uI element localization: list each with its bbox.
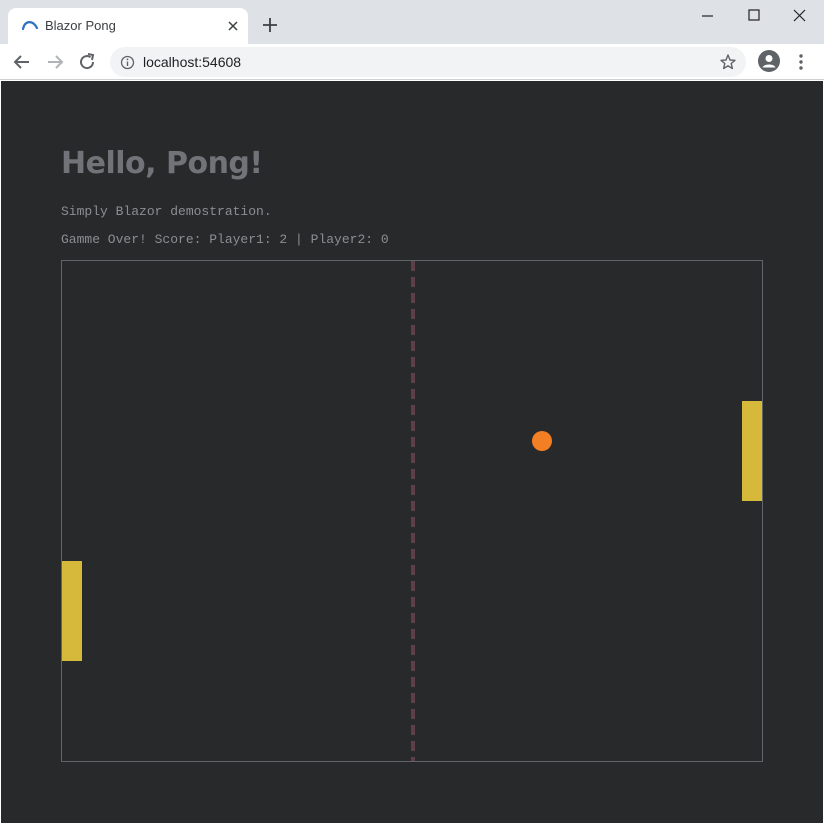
- address-bar[interactable]: localhost:54608: [110, 47, 746, 77]
- tab-title: Blazor Pong: [45, 18, 116, 33]
- game-board[interactable]: [61, 260, 763, 762]
- info-icon[interactable]: [120, 55, 135, 70]
- url-text[interactable]: localhost:54608: [143, 54, 241, 70]
- forward-arrow-icon[interactable]: [43, 50, 67, 74]
- reload-icon[interactable]: [75, 50, 99, 74]
- player2-paddle: [742, 401, 762, 501]
- close-icon[interactable]: [790, 6, 810, 26]
- browser-toolbar: localhost:54608: [0, 44, 824, 80]
- profile-icon[interactable]: [757, 49, 781, 73]
- game-status: Gamme Over! Score: Player1: 2 | Player2:…: [61, 232, 389, 247]
- kebab-menu-icon[interactable]: [791, 50, 811, 74]
- plus-icon[interactable]: [260, 15, 280, 35]
- minimize-icon[interactable]: [698, 6, 718, 26]
- star-icon[interactable]: [719, 53, 737, 71]
- browser-tab[interactable]: Blazor Pong: [8, 8, 248, 44]
- close-icon[interactable]: [224, 17, 242, 35]
- page-subtitle: Simply Blazor demostration.: [61, 204, 272, 219]
- page-title: Hello, Pong!: [61, 146, 263, 181]
- ball: [532, 431, 552, 451]
- player1-paddle: [62, 561, 82, 661]
- browser-titlebar: Blazor Pong: [0, 0, 824, 44]
- center-net: [411, 261, 415, 761]
- back-arrow-icon[interactable]: [10, 50, 34, 74]
- blazor-icon: [21, 21, 39, 31]
- maximize-icon[interactable]: [744, 6, 764, 26]
